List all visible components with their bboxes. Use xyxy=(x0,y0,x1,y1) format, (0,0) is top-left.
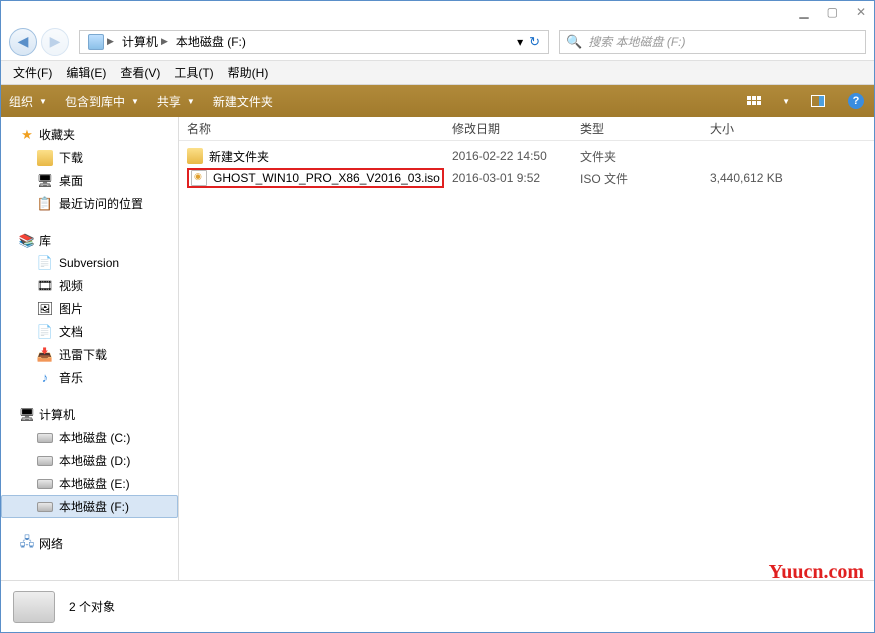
network-icon: 🖧 xyxy=(19,536,35,552)
sidebar-item-downloads[interactable]: 下载 xyxy=(1,146,178,169)
status-text: 2 个对象 xyxy=(69,598,115,615)
search-icon: 🔍 xyxy=(566,34,582,50)
breadcrumb-segment[interactable]: 本地磁盘 (F:) xyxy=(172,31,250,53)
recent-icon: 📋 xyxy=(37,196,53,212)
new-folder-button[interactable]: 新建文件夹 xyxy=(213,93,273,110)
share-button[interactable]: 共享▼ xyxy=(157,93,195,110)
column-date[interactable]: 修改日期 xyxy=(444,120,572,137)
refresh-icon[interactable]: ↻ xyxy=(529,34,540,50)
preview-pane-button[interactable] xyxy=(808,91,828,111)
menu-file[interactable]: 文件(F) xyxy=(7,62,58,83)
sidebar-item-recent[interactable]: 📋最近访问的位置 xyxy=(1,192,178,215)
file-row[interactable]: GHOST_WIN10_PRO_X86_V2016_03.iso 2016-03… xyxy=(179,167,874,189)
sidebar-item-documents[interactable]: 📄文档 xyxy=(1,320,178,343)
include-library-button[interactable]: 包含到库中▼ xyxy=(65,93,139,110)
close-button[interactable]: ✕ xyxy=(856,5,866,19)
desktop-icon: 🖥 xyxy=(37,173,53,189)
iso-file-icon xyxy=(191,170,207,186)
folder-icon xyxy=(37,150,53,166)
search-placeholder: 搜索 本地磁盘 (F:) xyxy=(588,33,685,50)
column-size[interactable]: 大小 xyxy=(702,120,874,137)
star-icon: ★ xyxy=(19,127,35,143)
video-icon: 🎞 xyxy=(37,278,53,294)
music-icon: ♪ xyxy=(37,370,53,386)
column-name[interactable]: 名称 xyxy=(179,120,444,137)
sidebar-item-music[interactable]: ♪音乐 xyxy=(1,366,178,389)
drive-large-icon xyxy=(13,591,55,623)
network-group[interactable]: 🖧网络 xyxy=(1,532,178,555)
forward-button[interactable]: ▶ xyxy=(41,28,69,56)
breadcrumb-dropdown-icon[interactable]: ▾ xyxy=(517,35,523,49)
highlighted-file: GHOST_WIN10_PRO_X86_V2016_03.iso xyxy=(187,168,444,188)
sidebar-item-drive-d[interactable]: 本地磁盘 (D:) xyxy=(1,449,178,472)
libraries-group[interactable]: 📚库 xyxy=(1,229,178,252)
sidebar-item-videos[interactable]: 🎞视频 xyxy=(1,274,178,297)
nav-bar: ◀ ▶ ▶ 计算机▶ 本地磁盘 (F:) ▾ ↻ 🔍 搜索 本地磁盘 (F:) xyxy=(1,23,874,61)
titlebar: ▁ ▢ ✕ xyxy=(1,1,874,23)
sidebar-item-subversion[interactable]: 📄Subversion xyxy=(1,252,178,274)
search-input[interactable]: 🔍 搜索 本地磁盘 (F:) xyxy=(559,30,866,54)
body: ★收藏夹 下载 🖥桌面 📋最近访问的位置 📚库 📄Subversion 🎞视频 … xyxy=(1,117,874,580)
drive-icon xyxy=(37,456,53,466)
sidebar-item-thunder[interactable]: 📥迅雷下载 xyxy=(1,343,178,366)
back-button[interactable]: ◀ xyxy=(9,28,37,56)
address-bar[interactable]: ▶ 计算机▶ 本地磁盘 (F:) ▾ ↻ xyxy=(79,30,549,54)
breadcrumb-segment[interactable]: 计算机▶ xyxy=(118,31,172,53)
view-dropdown-icon[interactable]: ▼ xyxy=(782,97,790,106)
column-type[interactable]: 类型 xyxy=(572,120,702,137)
sidebar-item-pictures[interactable]: 🖼图片 xyxy=(1,297,178,320)
sidebar-item-drive-c[interactable]: 本地磁盘 (C:) xyxy=(1,426,178,449)
command-bar: 组织▼ 包含到库中▼ 共享▼ 新建文件夹 ▼ ? xyxy=(1,85,874,117)
library-icon: 📚 xyxy=(19,233,35,249)
file-list: 新建文件夹 2016-02-22 14:50 文件夹 GHOST_WIN10_P… xyxy=(179,141,874,580)
folder-icon xyxy=(187,148,203,164)
file-row[interactable]: 新建文件夹 2016-02-22 14:50 文件夹 xyxy=(179,145,874,167)
minimize-button[interactable]: ▁ xyxy=(799,5,808,19)
status-bar: 2 个对象 xyxy=(1,580,874,632)
view-options-button[interactable] xyxy=(744,91,764,111)
menu-view[interactable]: 查看(V) xyxy=(114,62,166,83)
drive-icon xyxy=(37,433,53,443)
drive-icon xyxy=(37,479,53,489)
column-headers: 名称 修改日期 类型 大小 xyxy=(179,117,874,141)
computer-group[interactable]: 🖥计算机 xyxy=(1,403,178,426)
maximize-button[interactable]: ▢ xyxy=(827,5,838,19)
file-list-pane: 名称 修改日期 类型 大小 新建文件夹 2016-02-22 14:50 文件夹… xyxy=(179,117,874,580)
picture-icon: 🖼 xyxy=(37,301,53,317)
explorer-window: ▁ ▢ ✕ ◀ ▶ ▶ 计算机▶ 本地磁盘 (F:) ▾ ↻ 🔍 搜索 本地磁盘… xyxy=(0,0,875,633)
document-icon: 📄 xyxy=(37,324,53,340)
navigation-pane: ★收藏夹 下载 🖥桌面 📋最近访问的位置 📚库 📄Subversion 🎞视频 … xyxy=(1,117,179,580)
sidebar-item-drive-f[interactable]: 本地磁盘 (F:) xyxy=(1,495,178,518)
menu-help[interactable]: 帮助(H) xyxy=(222,62,275,83)
menu-edit[interactable]: 编辑(E) xyxy=(60,62,112,83)
sidebar-item-drive-e[interactable]: 本地磁盘 (E:) xyxy=(1,472,178,495)
menu-tools[interactable]: 工具(T) xyxy=(168,62,219,83)
help-button[interactable]: ? xyxy=(846,91,866,111)
organize-button[interactable]: 组织▼ xyxy=(9,93,47,110)
sidebar-item-desktop[interactable]: 🖥桌面 xyxy=(1,169,178,192)
favorites-group[interactable]: ★收藏夹 xyxy=(1,123,178,146)
drive-icon xyxy=(37,502,53,512)
download-icon: 📥 xyxy=(37,347,53,363)
drive-icon xyxy=(88,34,104,50)
menu-bar: 文件(F) 编辑(E) 查看(V) 工具(T) 帮助(H) xyxy=(1,61,874,85)
file-icon: 📄 xyxy=(37,255,53,271)
computer-icon: 🖥 xyxy=(19,407,35,423)
